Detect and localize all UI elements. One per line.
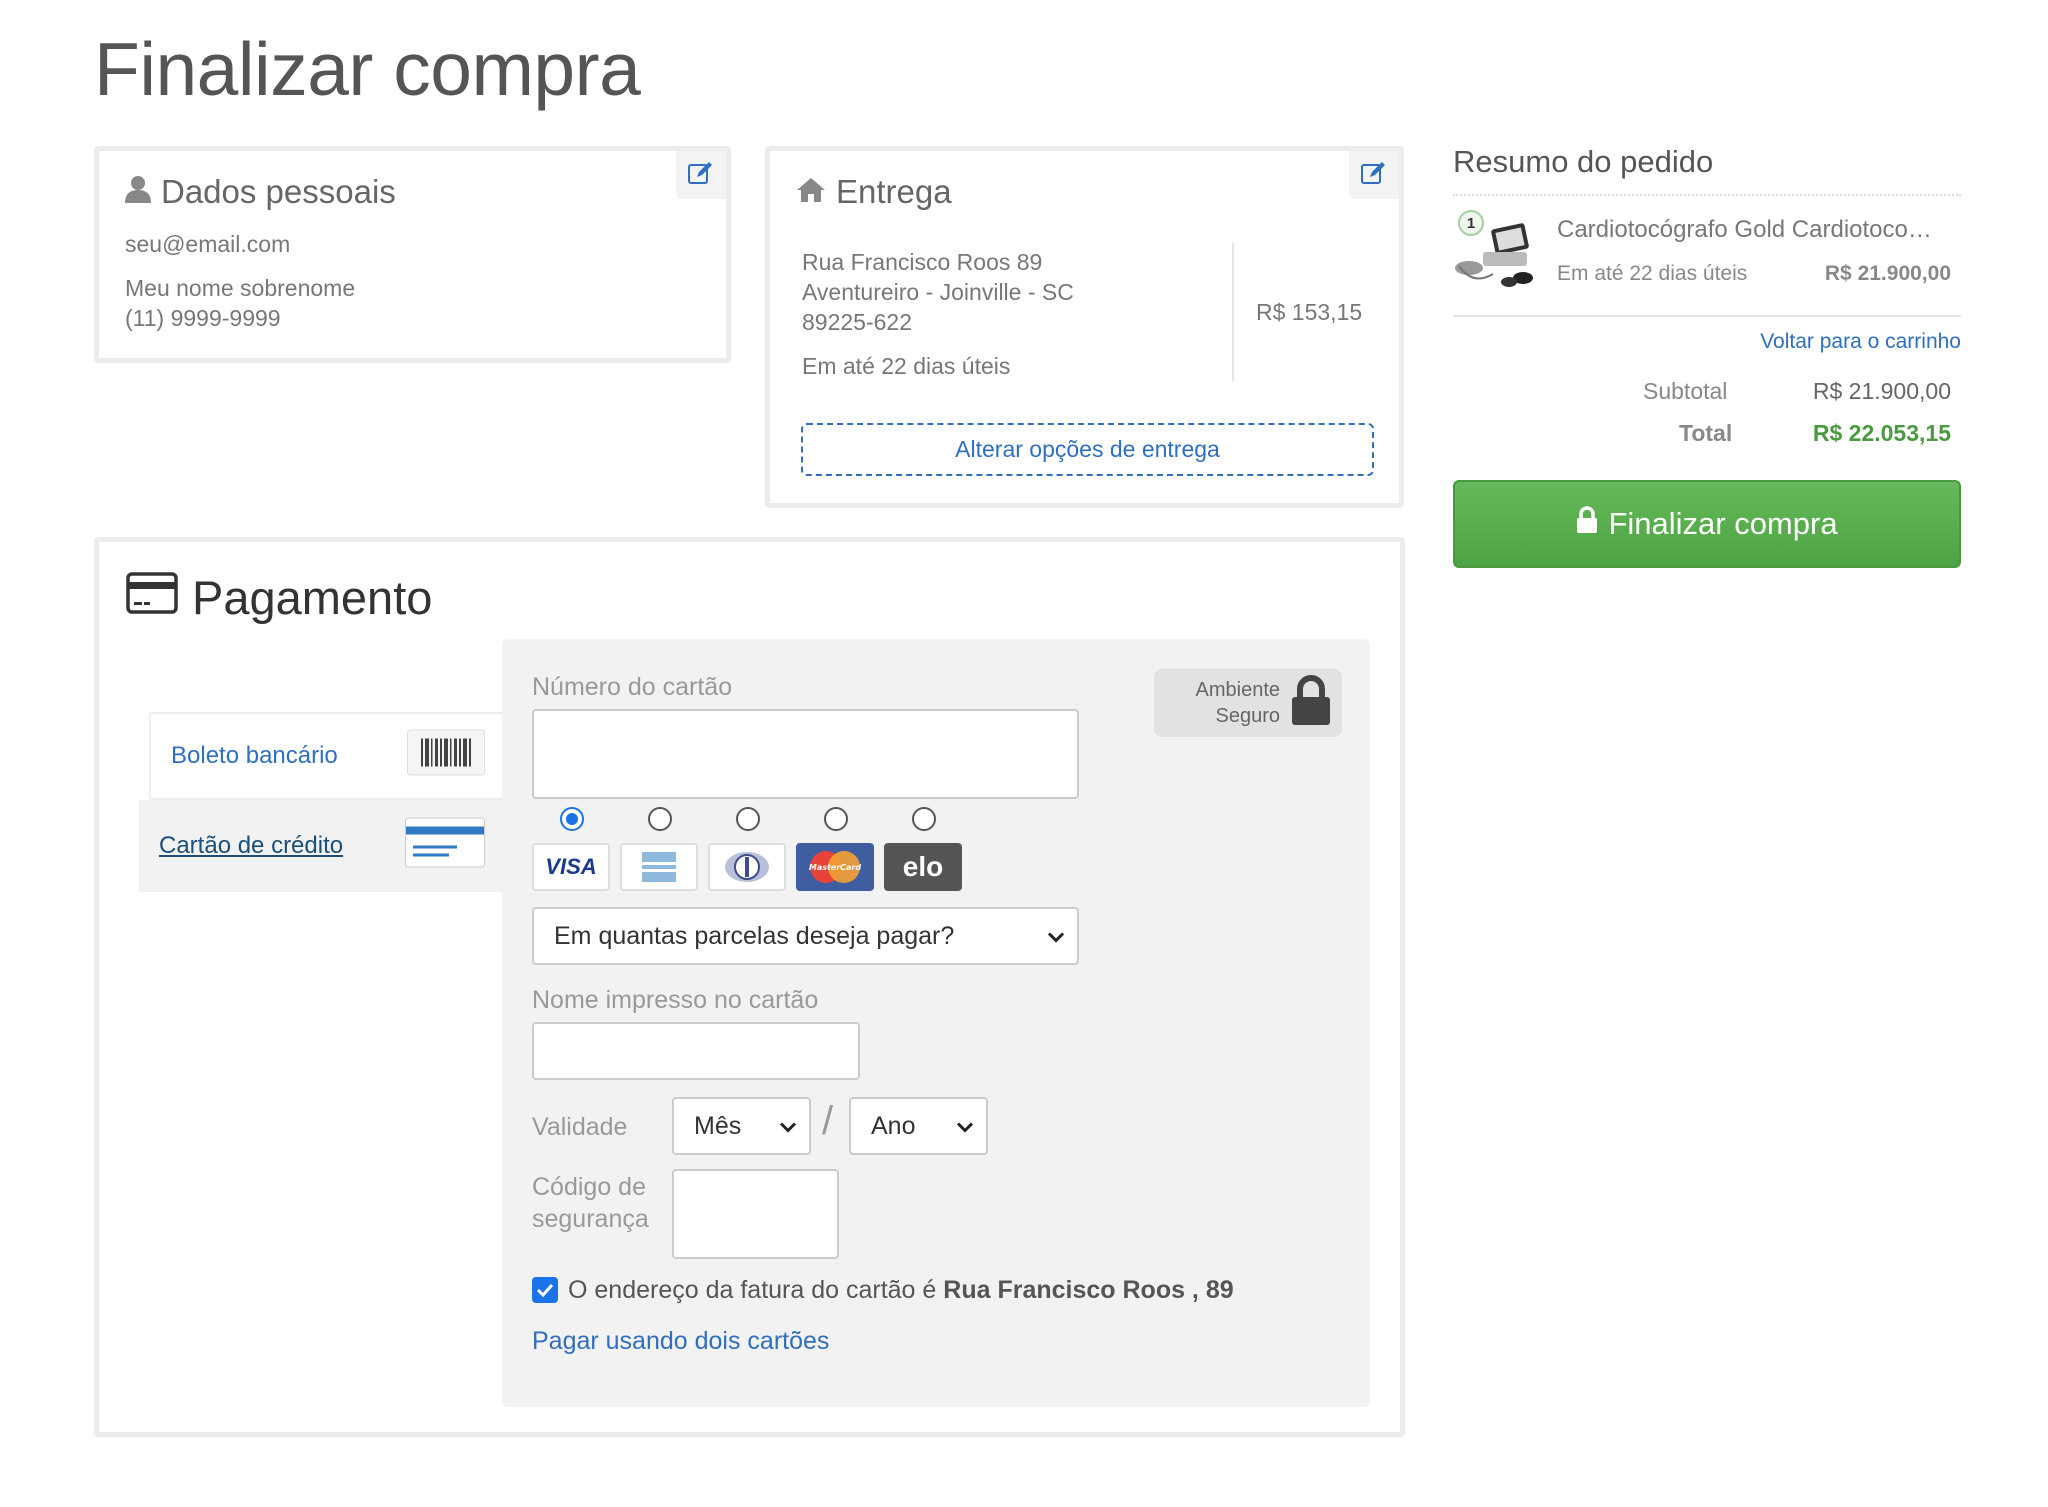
delivery-address: Rua Francisco Roos 89 Aventureiro - Join… [802, 247, 1074, 381]
personal-name: Meu nome sobrenome [125, 275, 356, 301]
home-icon [796, 173, 826, 211]
method-boleto[interactable]: Boleto bancário [149, 712, 509, 800]
cardholder-label: Nome impresso no cartão [532, 986, 819, 1014]
credit-card-icon [405, 817, 485, 875]
pay-two-cards-link[interactable]: Pagar usando dois cartões [532, 1327, 829, 1356]
padlock-icon [1290, 673, 1332, 734]
delivery-price: R$ 153,15 [1256, 299, 1363, 325]
amex-logo[interactable] [620, 843, 698, 891]
installments-select[interactable]: Em quantas parcelas deseja pagar? [532, 907, 1079, 965]
chevron-down-icon [779, 1112, 797, 1141]
edit-icon [688, 161, 714, 190]
subtotal-label: Subtotal [1643, 378, 1728, 404]
item-quantity-badge: 1 [1458, 210, 1484, 236]
item-eta: Em até 22 dias úteis [1557, 262, 1748, 285]
billing-address-checkbox[interactable] [532, 1277, 558, 1303]
diners-logo[interactable] [708, 843, 786, 891]
card-number-label: Número do cartão [532, 673, 733, 701]
brand-radio-visa[interactable] [560, 807, 584, 831]
total-value: R$ 22.053,15 [1812, 420, 1951, 446]
expiry-month-select[interactable]: Mês [672, 1097, 811, 1155]
cardholder-input[interactable] [532, 1022, 860, 1080]
payment-title: Pagamento [126, 570, 432, 625]
payment-card: Pagamento Boleto bancário Cartão de créd… [94, 537, 1405, 1437]
chevron-down-icon [1047, 922, 1065, 951]
edit-icon [1361, 161, 1387, 190]
back-to-cart-link[interactable]: Voltar para o carrinho [1760, 330, 1961, 354]
chevron-down-icon [956, 1112, 974, 1141]
total-label: Total [1679, 420, 1733, 446]
expiry-slash: / [822, 1099, 834, 1143]
finish-purchase-button[interactable]: Finalizar compra [1453, 480, 1961, 568]
delivery-divider [1232, 243, 1234, 381]
edit-delivery-button[interactable] [1349, 151, 1399, 199]
svg-text:MasterCard: MasterCard [809, 863, 862, 872]
brand-radio-elo[interactable] [912, 807, 936, 831]
delivery-street: Rua Francisco Roos 89 [802, 249, 1043, 275]
page-title: Finalizar compra [94, 27, 641, 111]
expiry-label: Validade [532, 1113, 628, 1141]
brand-radio-amex[interactable] [648, 807, 672, 831]
card-number-input[interactable] [532, 709, 1079, 799]
delivery-zip: 89225-622 [802, 309, 912, 335]
payment-methods: Boleto bancário Cartão de crédito [139, 712, 509, 892]
brand-radio-diners[interactable] [736, 807, 760, 831]
brand-radio-mastercard[interactable] [824, 807, 848, 831]
method-credit-card[interactable]: Cartão de crédito [139, 800, 509, 892]
visa-logo[interactable]: VISA [532, 843, 610, 891]
delivery-district: Aventureiro - Joinville - SC [802, 279, 1074, 305]
personal-data-title: Dados pessoais [125, 173, 700, 211]
personal-email: seu@email.com [125, 231, 291, 257]
cvv-label: Código de segurança [532, 1173, 649, 1233]
lock-icon [1576, 506, 1598, 542]
delivery-eta: Em até 22 dias úteis [802, 353, 1011, 379]
order-summary: Resumo do pedido 1 Cardiotocógrafo Gold … [1453, 144, 1961, 446]
card-form: Número do cartão Ambiente Seguro VISA Ma… [502, 639, 1370, 1407]
edit-personal-button[interactable] [676, 151, 726, 199]
change-delivery-button[interactable]: Alterar opções de entrega [801, 423, 1374, 476]
summary-divider [1453, 315, 1961, 317]
personal-phone: (11) 9999-9999 [125, 305, 281, 331]
item-price: R$ 21.900,00 [1824, 262, 1951, 285]
item-name[interactable]: Cardiotocógrafo Gold Cardiotoco… [1557, 216, 1932, 244]
billing-address-note: O endereço da fatura do cartão é Rua Fra… [568, 1276, 1234, 1304]
credit-card-icon [126, 570, 178, 625]
summary-item: 1 Cardiotocógrafo Gold Cardiotoco… Em at… [1453, 144, 1961, 314]
delivery-card: Entrega Rua Francisco Roos 89 Aventureir… [765, 146, 1404, 508]
personal-data-card: Dados pessoais seu@email.com Meu nome so… [94, 146, 731, 363]
barcode-icon [407, 729, 485, 783]
elo-logo[interactable]: elo [884, 843, 962, 891]
user-icon [125, 173, 151, 211]
expiry-year-select[interactable]: Ano [849, 1097, 988, 1155]
mastercard-logo[interactable]: MasterCard [796, 843, 874, 891]
subtotal-value: R$ 21.900,00 [1812, 378, 1951, 404]
secure-environment-badge: Ambiente Seguro [1154, 669, 1342, 737]
delivery-title: Entrega [796, 173, 1373, 211]
billing-address: Rua Francisco Roos , 89 [943, 1276, 1234, 1304]
cvv-input[interactable] [672, 1169, 839, 1259]
